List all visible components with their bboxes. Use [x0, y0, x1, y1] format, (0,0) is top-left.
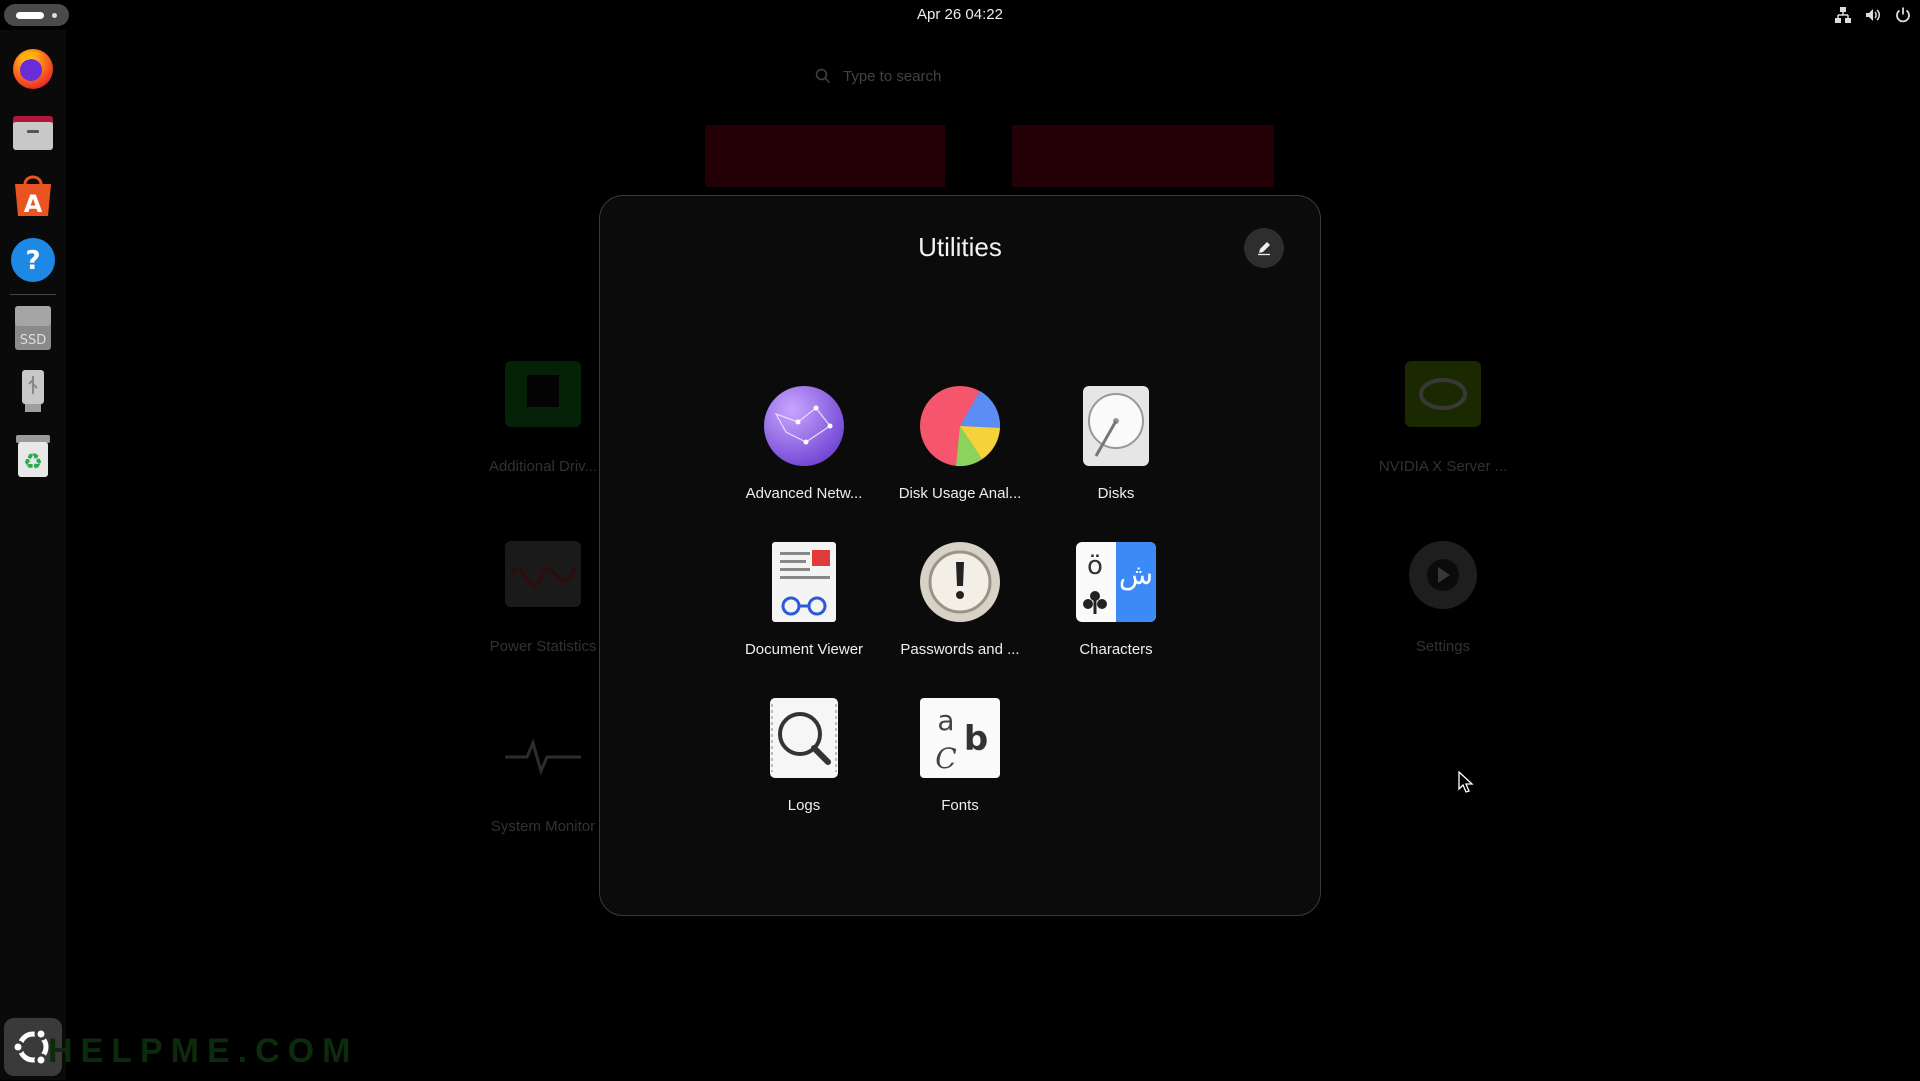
pencil-icon [1258, 242, 1270, 256]
settings-icon [1409, 541, 1477, 609]
passwords-keyhole-icon [920, 542, 1000, 622]
dock-item-help[interactable]: ? [9, 236, 57, 284]
folder-title[interactable]: Utilities [600, 232, 1320, 263]
dock-item-files[interactable] [9, 108, 57, 156]
app-label: Passwords and ... [900, 641, 1020, 658]
dock: A ? SSD ♻ [0, 30, 66, 1080]
system-monitor-icon [505, 738, 581, 776]
app-passwords-and-keys[interactable]: Passwords and ... [885, 540, 1035, 658]
rename-folder-button[interactable] [1244, 228, 1284, 268]
svg-text:ش: ش [1119, 558, 1153, 591]
firefox-icon [13, 49, 53, 89]
workspace-indicator-active [16, 12, 44, 19]
app-disks[interactable]: Disks [1041, 384, 1191, 502]
top-bar: Apr 26 04:22 [0, 0, 1920, 30]
app-label: Disks [1097, 485, 1135, 502]
clock: Apr 26 04:22 [0, 0, 1920, 30]
usb-drive-icon [22, 370, 44, 412]
app-settings[interactable]: Settings [1348, 537, 1538, 655]
svg-text:b: b [964, 719, 988, 759]
fonts-icon: a b C [920, 698, 1000, 778]
svg-text:?: ? [25, 246, 40, 276]
dock-item-usb-drive[interactable] [9, 368, 57, 416]
svg-text:a: a [937, 704, 954, 737]
workspace-thumbnail[interactable] [1012, 125, 1274, 187]
dock-item-trash[interactable]: ♻ [9, 432, 57, 480]
system-tray[interactable] [1834, 6, 1912, 24]
search-icon [815, 68, 831, 84]
activities-button[interactable] [4, 4, 69, 26]
app-label: Settings [1415, 638, 1471, 655]
mouse-cursor-icon [1458, 771, 1474, 793]
app-center-icon: A [15, 175, 51, 218]
dock-item-ssd-drive[interactable]: SSD [9, 304, 57, 352]
search-bar[interactable] [815, 62, 1115, 90]
trash-icon: ♻ [16, 435, 50, 477]
app-document-viewer[interactable]: Document Viewer [729, 540, 879, 658]
svg-text:C: C [935, 742, 956, 775]
power-statistics-icon [505, 541, 581, 607]
document-viewer-icon [772, 542, 836, 622]
disks-icon [1083, 386, 1149, 466]
app-logs[interactable]: Logs [729, 696, 879, 814]
svg-text:♻: ♻ [23, 450, 43, 475]
app-characters[interactable]: ö ش Characters [1041, 540, 1191, 658]
volume-icon[interactable] [1864, 6, 1882, 24]
characters-icon: ö ش [1076, 542, 1156, 622]
clock-label[interactable]: Apr 26 04:22 [917, 6, 1003, 23]
app-label: Disk Usage Anal... [898, 485, 1022, 502]
ssd-drive-icon: SSD [15, 306, 51, 350]
help-icon: ? [11, 238, 55, 282]
logs-magnifier-icon [770, 698, 838, 778]
app-label: NVIDIA X Server ... [1378, 458, 1508, 475]
app-label: Fonts [941, 797, 979, 814]
dock-separator [10, 294, 56, 295]
app-label: Advanced Netw... [745, 485, 863, 502]
nvidia-icon [1405, 361, 1481, 427]
app-folder-dialog: Utilities Advanced Netw... Disk Usage An… [599, 195, 1321, 916]
network-icon[interactable] [1834, 6, 1852, 24]
search-input[interactable] [841, 66, 1085, 86]
disk-usage-pie-icon [920, 386, 1001, 467]
app-fonts[interactable]: a b C Fonts [885, 696, 1035, 814]
power-icon[interactable] [1894, 6, 1912, 24]
watermark: HELPME.COM [48, 1032, 359, 1070]
svg-text:ö: ö [1087, 551, 1103, 581]
app-label: Logs [787, 797, 821, 814]
workspace-thumbnail[interactable] [705, 125, 945, 187]
app-label: Document Viewer [744, 641, 864, 658]
files-icon [13, 116, 53, 150]
app-advanced-network[interactable]: Advanced Netw... [729, 384, 879, 502]
dock-item-app-center[interactable]: A [9, 172, 57, 220]
network-globe-icon [764, 386, 844, 466]
svg-text:A: A [24, 190, 43, 218]
svg-text:SSD: SSD [20, 333, 47, 348]
app-label: Characters [1079, 641, 1153, 658]
dock-item-firefox[interactable] [9, 44, 57, 92]
additional-drivers-icon [505, 361, 581, 427]
workspace-indicator [52, 13, 57, 18]
app-disk-usage-analyzer[interactable]: Disk Usage Anal... [885, 384, 1035, 502]
app-nvidia-x-server[interactable]: NVIDIA X Server ... [1348, 357, 1538, 475]
